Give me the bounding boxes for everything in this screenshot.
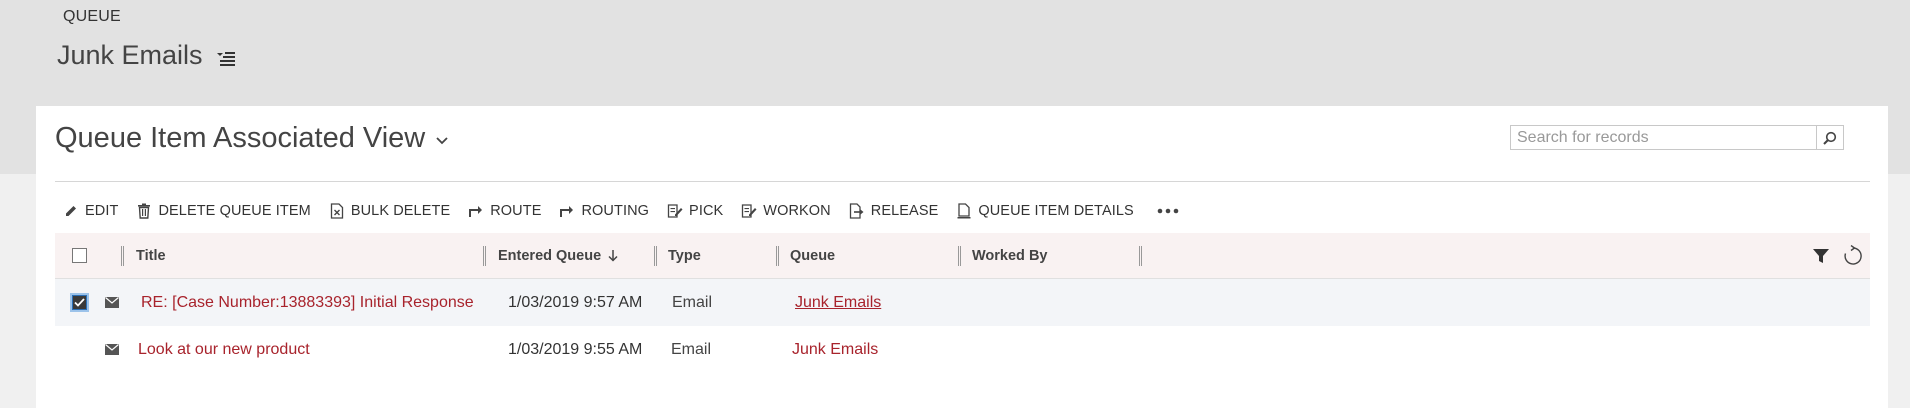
row-type: Email <box>671 340 712 358</box>
table-row[interactable]: RE: [Case Number:13883393] Initial Respo… <box>55 279 1870 326</box>
sort-down-arrow-icon <box>608 250 618 262</box>
record-title: Junk Emails <box>57 40 203 70</box>
view-selector[interactable]: Queue Item Associated View <box>55 122 449 155</box>
bulk-delete-icon <box>328 202 346 220</box>
column-resizer[interactable] <box>776 246 779 266</box>
workon-button[interactable]: WORKON <box>740 194 840 228</box>
row-entered-queue: 1/03/2019 9:55 AM <box>508 340 643 358</box>
column-header-entered-queue[interactable]: Entered Queue <box>498 233 619 278</box>
column-header-title[interactable]: Title <box>136 233 166 278</box>
chevron-down-icon[interactable] <box>435 134 449 148</box>
routing-label: ROUTING <box>581 203 650 219</box>
row-queue-link[interactable]: Junk Emails <box>792 326 878 373</box>
email-icon <box>105 326 119 373</box>
column-header-worked-by[interactable]: Worked By <box>972 233 1047 278</box>
details-icon <box>955 202 973 220</box>
table-row[interactable]: Look at our new product 1/03/2019 9:55 A… <box>55 326 1870 373</box>
row-queue-link[interactable]: Junk Emails <box>795 279 881 326</box>
row-entered-queue: 1/03/2019 9:57 AM <box>508 293 643 311</box>
bulk-delete-button[interactable]: BULK DELETE <box>328 194 460 228</box>
edit-label: EDIT <box>85 203 119 219</box>
view-title: Queue Item Associated View <box>55 122 426 154</box>
queue-item-details-label: QUEUE ITEM DETAILS <box>978 203 1134 219</box>
pencil-icon <box>62 202 80 220</box>
grid-header: Title Entered Queue Type Queue Worked By <box>55 233 1870 279</box>
column-header-type[interactable]: Type <box>668 233 701 278</box>
column-resizer[interactable] <box>958 246 961 266</box>
route-button[interactable]: ROUTE <box>467 194 551 228</box>
grid-header-tools <box>1800 233 1864 278</box>
search-button[interactable] <box>1816 126 1843 149</box>
routing-arrow-icon <box>558 202 576 220</box>
release-label: RELEASE <box>870 203 939 219</box>
routing-button[interactable]: ROUTING <box>558 194 659 228</box>
refresh-icon[interactable] <box>1842 244 1864 267</box>
search-icon <box>1823 131 1837 145</box>
divider <box>55 181 1870 182</box>
bulk-delete-label: BULK DELETE <box>350 203 451 219</box>
route-label: ROUTE <box>490 203 542 219</box>
record-title-row: Junk Emails <box>57 40 237 71</box>
column-resizer[interactable] <box>1139 246 1142 266</box>
search-input[interactable] <box>1511 126 1816 149</box>
column-resizer[interactable] <box>121 246 124 266</box>
pick-label: PICK <box>689 203 724 219</box>
release-icon <box>848 202 866 220</box>
edit-button[interactable]: EDIT <box>62 194 128 228</box>
form-selector-menu-icon[interactable] <box>215 47 237 69</box>
workon-icon <box>740 202 758 220</box>
row-type: Email <box>672 293 713 311</box>
row-title-link[interactable]: Look at our new product <box>138 326 310 373</box>
search-box <box>1510 125 1844 150</box>
row-checkbox[interactable] <box>72 295 87 310</box>
filter-icon[interactable] <box>1812 248 1830 264</box>
ellipsis-icon <box>1157 208 1179 214</box>
command-bar: EDIT DELETE QUEUE ITEM BULK DELETE ROUTE… <box>62 194 1185 228</box>
select-all-checkbox[interactable] <box>72 248 87 263</box>
delete-queue-item-label: DELETE QUEUE ITEM <box>158 203 311 219</box>
row-select-cell <box>72 279 87 326</box>
subgrid-panel: Queue Item Associated View EDIT <box>36 106 1888 408</box>
delete-queue-item-button[interactable]: DELETE QUEUE ITEM <box>135 194 320 228</box>
release-button[interactable]: RELEASE <box>848 194 949 228</box>
workon-label: WORKON <box>763 203 831 219</box>
more-commands-button[interactable] <box>1151 194 1185 228</box>
column-resizer[interactable] <box>483 246 486 266</box>
email-icon <box>105 279 119 326</box>
select-all-cell <box>72 233 87 278</box>
entity-type-label: QUEUE <box>63 8 121 25</box>
column-resizer[interactable] <box>654 246 657 266</box>
pick-button[interactable]: PICK <box>666 194 733 228</box>
trash-icon <box>135 202 153 220</box>
row-title-link[interactable]: RE: [Case Number:13883393] Initial Respo… <box>141 279 474 326</box>
column-header-queue[interactable]: Queue <box>790 233 835 278</box>
queue-item-details-button[interactable]: QUEUE ITEM DETAILS <box>955 194 1143 228</box>
route-arrow-icon <box>467 202 485 220</box>
queue-items-grid: Title Entered Queue Type Queue Worked By <box>55 233 1870 373</box>
pick-icon <box>666 202 684 220</box>
